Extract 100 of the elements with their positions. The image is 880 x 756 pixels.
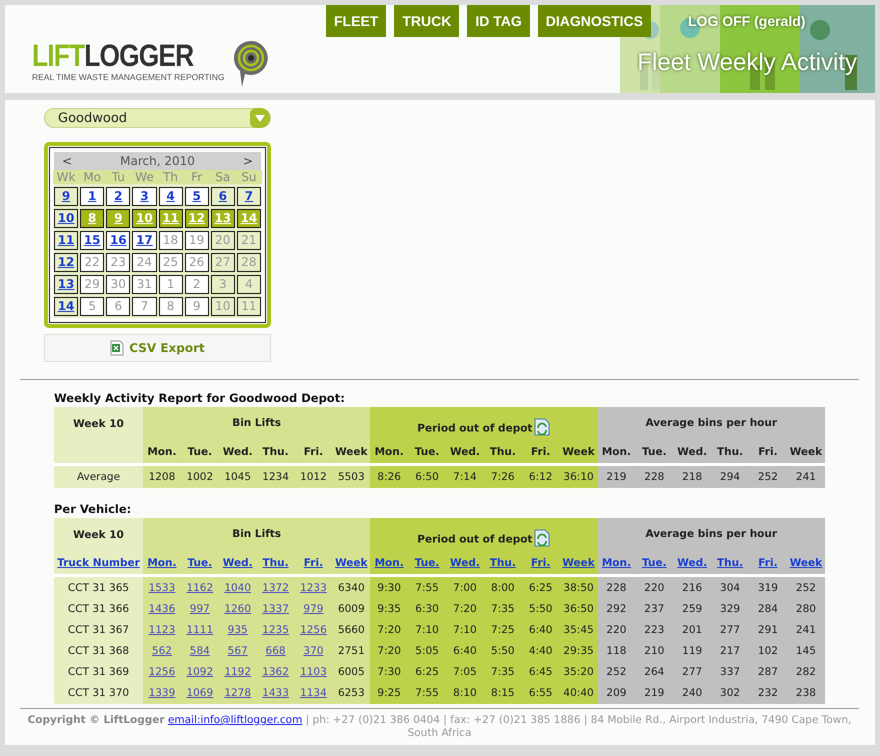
column-header: Thu. [490, 446, 516, 458]
value-cell: 319 [758, 582, 778, 594]
footer-text: Copyright © LiftLogger email:info@liftlogger.com | ph: +27 (0)21 386 0404 | fax: +27 (0)21 385 1886 | 84 Mobile Rd., Airport Industria, 7490 Cape Town, South Africa [26, 714, 852, 740]
nav-tab[interactable]: ID TAG [467, 5, 530, 37]
value-cell: 7:00 [453, 582, 477, 594]
value-cell: 6:25 [528, 582, 552, 594]
value-cell: 6:25 [415, 666, 439, 678]
value-cell: 9:35 [377, 603, 401, 615]
target-pin-icon [232, 40, 269, 88]
value-cell: 252 [606, 666, 626, 678]
report-title: Per Vehicle: [54, 502, 132, 516]
day-number: 10 [210, 297, 235, 316]
day-link[interactable]: 17 [132, 231, 156, 250]
nav-tab[interactable]: TRUCK [394, 5, 460, 37]
next-month-link[interactable]: > [242, 154, 253, 168]
value-cell: 277 [720, 624, 740, 636]
day-number: 3 [210, 275, 235, 294]
day-number: 24 [132, 253, 156, 272]
value-cell: 220 [606, 624, 626, 636]
column-header: Fri. [758, 446, 778, 458]
value-cell: 38:50 [563, 582, 594, 594]
weekday-header: Sa [210, 170, 236, 184]
value-cell: 6009 [338, 603, 365, 615]
column-header: Tue. [188, 446, 212, 458]
value-cell: 7:10 [453, 624, 477, 636]
value-cell: 36:50 [563, 603, 594, 615]
day-link[interactable]: 15 [80, 231, 104, 250]
value-cell: 118 [606, 645, 626, 657]
week-number-link[interactable]: 11 [54, 231, 78, 250]
value-cell: 264 [644, 666, 664, 678]
value-cell: 5660 [338, 624, 365, 636]
value-cell: 284 [758, 603, 778, 615]
value-cell: 201 [682, 624, 702, 636]
day-link[interactable]: 2 [106, 187, 130, 206]
value-cell: 40:40 [563, 687, 594, 699]
value-cell: 241 [796, 624, 816, 636]
previous-month-link[interactable]: < [62, 154, 72, 168]
email-link[interactable]: email:info@liftlogger.com [168, 714, 302, 726]
week-number-link[interactable]: 13 [54, 275, 78, 294]
value-cell: 6:50 [415, 470, 439, 482]
value-cell: 7:35 [491, 603, 515, 615]
depot-dropdown[interactable]: Goodwood [44, 108, 271, 128]
week-number-link[interactable]: 14 [54, 297, 78, 316]
day-link[interactable]: 4 [158, 187, 183, 206]
column-header: Wed. [222, 446, 253, 458]
row-label: CCT 31 366 [68, 603, 130, 615]
value-cell: 5:50 [491, 645, 515, 657]
value-cell: 304 [720, 582, 740, 594]
day-number: 25 [158, 253, 183, 272]
value-cell: 259 [682, 603, 702, 615]
weekday-header: Wk [53, 170, 80, 184]
nav-tab[interactable]: DIAGNOSTICS [538, 5, 651, 37]
weekday-header: Th [158, 170, 184, 184]
day-number: 1 [158, 275, 183, 294]
week-number-link[interactable]: 9 [54, 187, 78, 206]
value-cell: 5503 [338, 470, 365, 482]
column-header: Thu. [262, 446, 289, 458]
week-number-link[interactable]: 10 [54, 209, 78, 228]
day-link[interactable]: 7 [236, 187, 261, 206]
value-cell: 145 [796, 645, 816, 657]
row-label: Average [76, 470, 120, 482]
refresh-document-icon [534, 529, 550, 547]
value-cell: 1002 [186, 470, 214, 482]
column-header: Mon. [147, 446, 176, 458]
week-number-link[interactable]: 12 [54, 253, 78, 272]
value-cell: 7:05 [453, 666, 477, 678]
nav-tab[interactable]: FLEET [326, 5, 386, 37]
value-cell: 329 [720, 603, 740, 615]
value-cell: 223 [644, 624, 664, 636]
value-cell: 216 [682, 582, 702, 594]
value-cell: 292 [606, 603, 626, 615]
day-number: 9 [184, 297, 209, 316]
spreadsheet-icon [110, 340, 124, 356]
row-label: CCT 31 368 [68, 645, 130, 657]
logo-wordmark: LIFTLOGGER [32, 41, 194, 71]
day-number: 2 [184, 275, 209, 294]
value-cell: 1012 [300, 470, 327, 482]
column-header: Week [335, 446, 368, 458]
day-number: 5 [80, 297, 104, 316]
day-number: 6 [106, 297, 130, 316]
day-number: 8 [158, 297, 183, 316]
value-cell: 2751 [338, 645, 365, 657]
value-cell: 7:55 [415, 582, 439, 594]
value-cell: 302 [720, 687, 740, 699]
caret-icon [250, 108, 270, 128]
weekday-header: Mo [79, 170, 106, 184]
value-cell: 287 [758, 666, 778, 678]
day-link[interactable]: 6 [210, 187, 235, 206]
day-number: 11 [236, 297, 261, 316]
day-number: 21 [236, 231, 261, 250]
csv-export-button[interactable]: CSV Export [44, 334, 271, 362]
value-cell: 29:35 [563, 645, 594, 657]
day-number: 29 [80, 275, 104, 294]
day-link[interactable]: 16 [106, 231, 130, 250]
day-link[interactable]: 1 [80, 187, 104, 206]
value-cell: 8:15 [491, 687, 515, 699]
day-link[interactable]: 5 [184, 187, 209, 206]
day-link[interactable]: 3 [132, 187, 156, 206]
day-number: 19 [184, 231, 209, 250]
value-cell: 7:55 [415, 687, 439, 699]
